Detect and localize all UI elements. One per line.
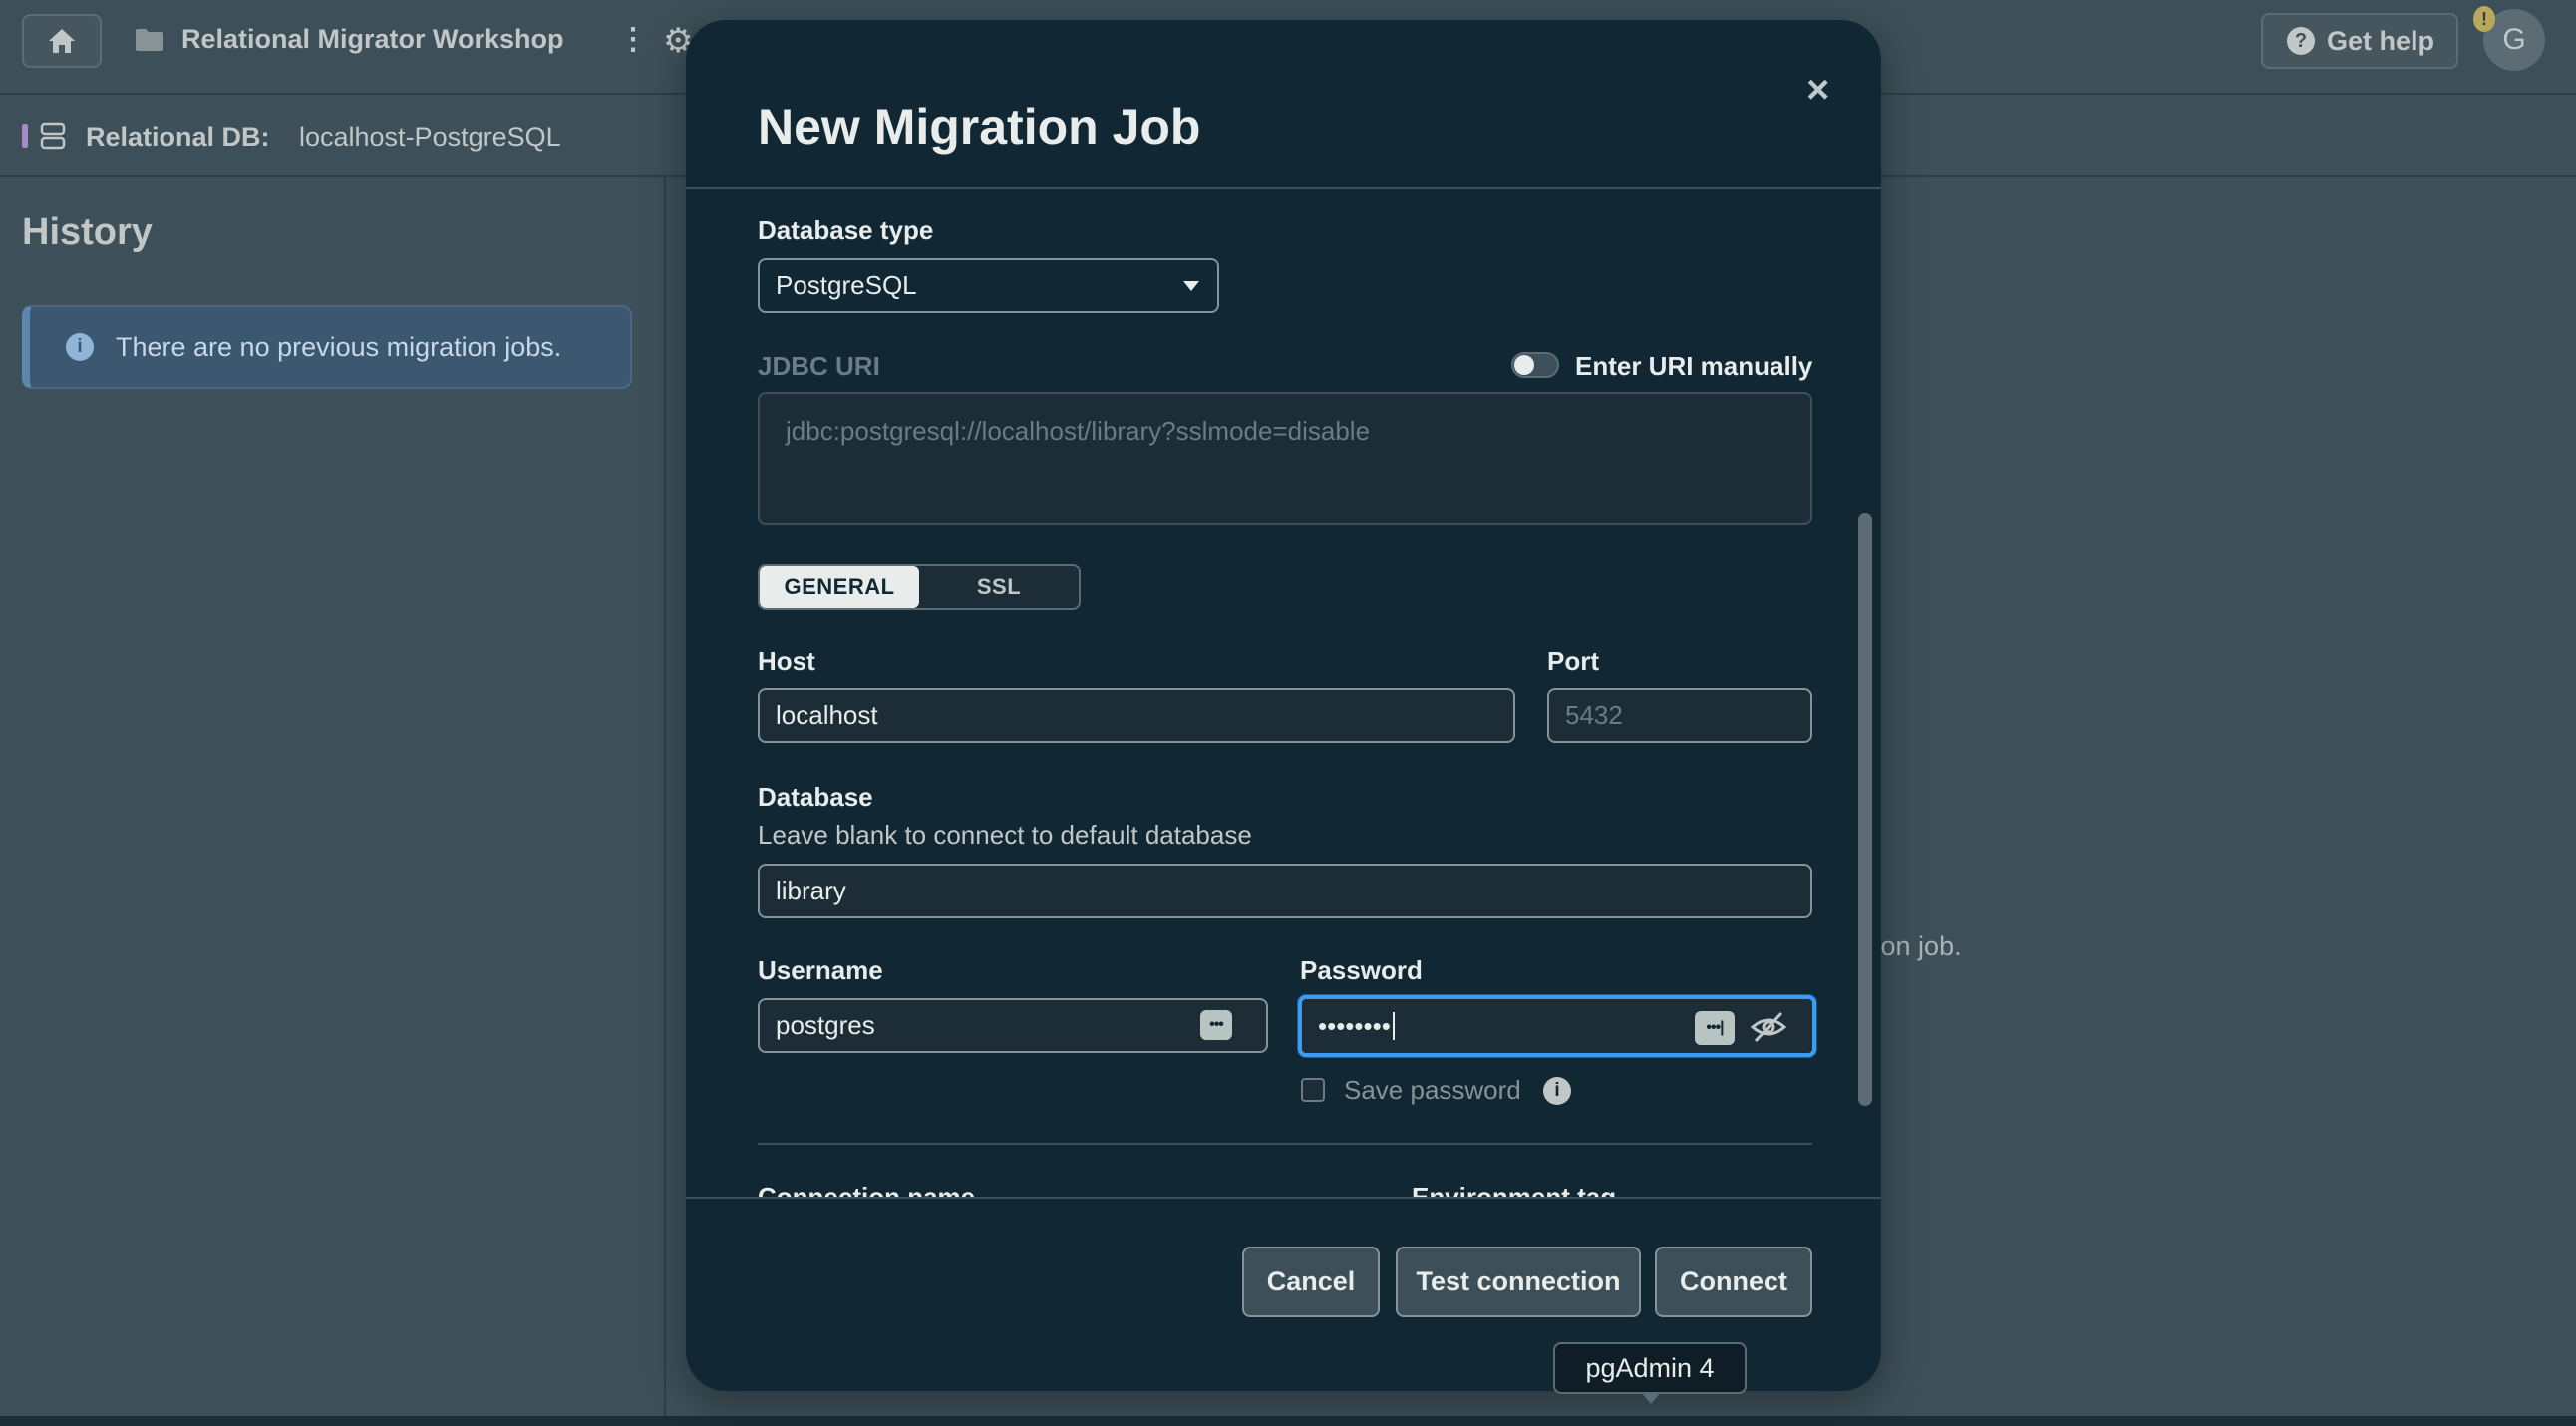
username-input[interactable]: postgres •••	[758, 998, 1268, 1053]
database-input[interactable]: library	[758, 864, 1812, 918]
project-title[interactable]: Relational Migrator Workshop	[181, 24, 564, 55]
database-value: library	[776, 876, 846, 905]
connect-button[interactable]: Connect	[1655, 1247, 1812, 1317]
database-type-select[interactable]: PostgreSQL	[758, 258, 1219, 313]
new-migration-job-modal: New Migration Job × Database type Postgr…	[686, 20, 1881, 1391]
host-input[interactable]: localhost	[758, 688, 1515, 743]
relational-db-label: Relational DB:	[86, 122, 270, 152]
port-label: Port	[1547, 646, 1599, 676]
modal-title: New Migration Job	[758, 99, 1201, 155]
port-placeholder: 5432	[1565, 700, 1623, 730]
tooltip-arrow	[1641, 1392, 1661, 1404]
password-label: Password	[1300, 955, 1423, 985]
modal-footer-divider	[686, 1197, 1881, 1199]
enter-uri-manually-toggle[interactable]	[1511, 352, 1559, 378]
home-icon	[49, 29, 75, 53]
toggle-knob	[1514, 355, 1534, 375]
password-manager-icon[interactable]: •••	[1200, 1010, 1232, 1040]
bottom-strip	[0, 1416, 2576, 1426]
more-options-icon[interactable]: ⋮	[618, 25, 648, 55]
host-label: Host	[758, 646, 815, 676]
cancel-button[interactable]: Cancel	[1242, 1247, 1380, 1317]
environment-tag-label: Environment tag	[1412, 1182, 1617, 1197]
database-icon	[40, 122, 66, 150]
port-input[interactable]: 5432	[1547, 688, 1812, 743]
folder-icon	[136, 29, 163, 51]
database-type-value: PostgreSQL	[776, 270, 917, 300]
enter-uri-manually-label: Enter URI manually	[1575, 351, 1813, 381]
password-manager-icon[interactable]: •••|	[1695, 1011, 1735, 1045]
info-icon[interactable]: i	[1543, 1077, 1571, 1105]
connection-accent	[22, 124, 28, 148]
get-help-button[interactable]: ? Get help	[2261, 13, 2458, 69]
jdbc-uri-textarea[interactable]: jdbc:postgresql://localhost/library?sslm…	[758, 392, 1812, 525]
close-icon[interactable]: ×	[1806, 70, 1829, 110]
username-label: Username	[758, 955, 883, 985]
info-icon: i	[66, 333, 94, 361]
no-jobs-text: There are no previous migration jobs.	[116, 331, 562, 362]
relational-db-value[interactable]: localhost-PostgreSQL	[299, 122, 561, 153]
tab-general[interactable]: GENERAL	[760, 566, 919, 608]
database-hint: Leave blank to connect to default databa…	[758, 820, 1252, 850]
connection-tabs: GENERAL SSL	[758, 564, 1081, 610]
host-value: localhost	[776, 700, 878, 730]
password-value: ••••••••	[1318, 1010, 1391, 1041]
history-title: History	[22, 211, 153, 253]
alert-badge-icon: !	[2473, 6, 2495, 32]
no-jobs-banner: i There are no previous migration jobs.	[22, 305, 632, 389]
modal-scrollbar[interactable]	[1858, 513, 1872, 1106]
database-type-label: Database type	[758, 215, 934, 245]
password-input[interactable]: •••••••• •••|	[1298, 995, 1816, 1057]
test-connection-button[interactable]: Test connection	[1396, 1247, 1641, 1317]
save-password-checkbox[interactable]	[1301, 1078, 1325, 1102]
section-divider	[758, 1143, 1812, 1145]
text-caret	[1392, 1012, 1395, 1040]
caret-down-icon	[1183, 281, 1199, 291]
save-password-label: Save password	[1344, 1075, 1521, 1105]
connection-name-label: Connection name	[758, 1182, 976, 1197]
get-help-label: Get help	[2327, 25, 2435, 56]
username-value: postgres	[776, 1010, 875, 1040]
taskbar-tooltip: pgAdmin 4	[1553, 1342, 1747, 1394]
tab-ssl[interactable]: SSL	[919, 566, 1079, 608]
home-button[interactable]	[22, 14, 102, 68]
eye-slash-icon[interactable]	[1749, 1009, 1788, 1045]
database-label: Database	[758, 782, 873, 812]
jdbc-uri-label: JDBC URI	[758, 351, 880, 381]
question-icon: ?	[2287, 27, 2315, 55]
